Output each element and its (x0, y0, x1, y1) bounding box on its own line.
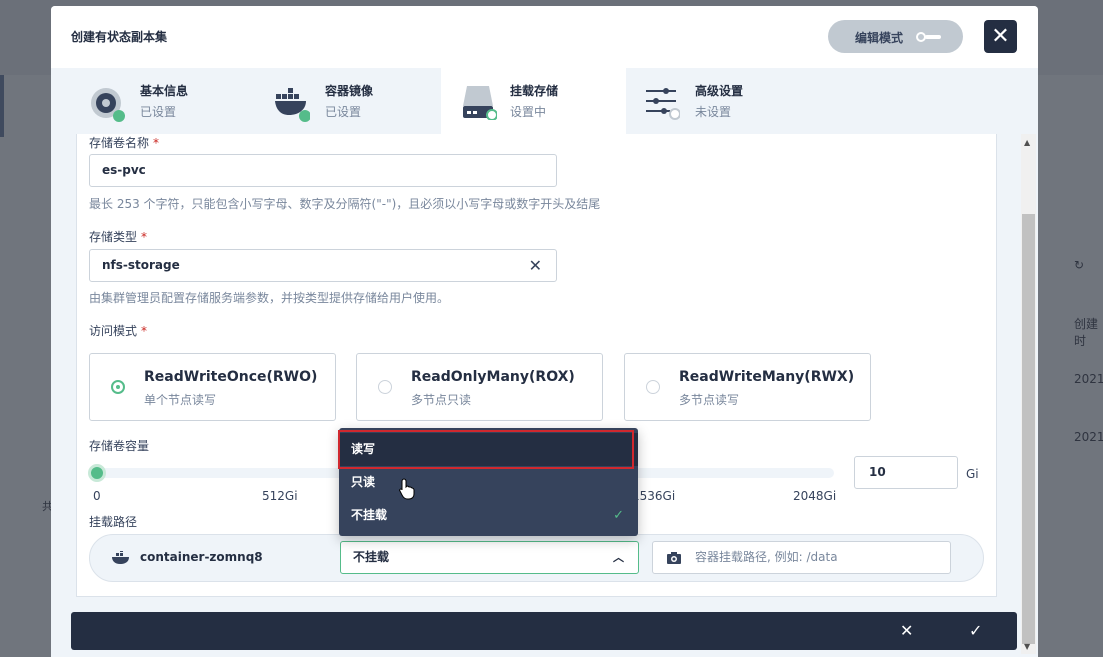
volume-name-hint: 最长 253 个字符，只能包含小写字母、数字及分隔符("-")，且必须以小写字母… (89, 197, 601, 211)
volume-name-input[interactable]: es-pvc (89, 154, 557, 187)
capacity-label: 存储卷容量 (89, 439, 150, 453)
check-icon: ✓ (613, 508, 624, 523)
drive-icon (463, 86, 497, 120)
radio-unselected[interactable] (646, 380, 660, 394)
tab-name: 高级设置 (695, 84, 744, 98)
scroll-down-icon[interactable]: ▼ (1024, 642, 1030, 651)
scroll-up-icon[interactable]: ▲ (1024, 138, 1030, 147)
storage-type-value: nfs-storage (102, 258, 180, 272)
access-mode-rwo[interactable]: ReadWriteOnce(RWO) 单个节点读写 (89, 353, 336, 421)
background-row-date: 2021 (1074, 372, 1103, 386)
tab-status: 未设置 (695, 105, 732, 119)
tab-name: 基本信息 (140, 84, 189, 98)
radio-selected[interactable] (111, 380, 125, 394)
background-row-date: 2021 (1074, 430, 1103, 444)
radio-unselected[interactable] (378, 380, 392, 394)
background-nav-bar (0, 75, 4, 137)
modal-footer: ✕ ✓ (71, 612, 1017, 650)
tab-status: 已设置 (140, 105, 177, 119)
slider-tick: 0 (93, 489, 101, 503)
tab-name: 挂载存储 (510, 84, 559, 98)
modal-title: 创建有状态副本集 (71, 30, 168, 44)
tab-advanced-settings[interactable]: 高级设置 未设置 (626, 68, 826, 134)
volume-name-label: 存储卷名称 * (89, 136, 160, 150)
docker-icon (112, 551, 129, 564)
create-statefulset-modal: 创建有状态副本集 编辑模式 ✕ 基本信息 已设置 容器镜像 已设置 挂载存储 设… (51, 6, 1038, 657)
storage-type-hint: 由集群管理员配置存储服务端参数，并按类型提供存储给用户使用。 (89, 291, 450, 305)
sliders-icon (646, 88, 680, 120)
vertical-scrollbar[interactable]: ▲ ▼ (1021, 134, 1036, 654)
mount-path-label: 挂载路径 (89, 515, 138, 529)
disc-icon (91, 88, 125, 122)
toggle-switch-icon (916, 32, 942, 42)
tab-container-image[interactable]: 容器镜像 已设置 (256, 68, 441, 134)
cancel-button[interactable]: ✕ (900, 621, 913, 640)
mount-mode-value: 不挂载 (353, 550, 390, 564)
capacity-input[interactable]: 10 (854, 456, 958, 489)
capacity-slider-handle[interactable] (88, 464, 106, 482)
access-mode-label: 访问模式 * (89, 324, 148, 338)
tab-status: 已设置 (325, 105, 362, 119)
step-tabs: 基本信息 已设置 容器镜像 已设置 挂载存储 设置中 高级设置 未设置 (51, 68, 1038, 134)
refresh-icon: ↻ (1074, 258, 1085, 272)
access-mode-name: ReadWriteOnce(RWO) (144, 369, 318, 385)
access-mode-desc: 多节点只读 (411, 393, 472, 407)
mount-path-input[interactable]: 容器挂载路径, 例如: /data (652, 541, 951, 574)
background-column-header: 创建时 (1074, 317, 1099, 348)
close-modal-button[interactable]: ✕ (984, 20, 1017, 53)
dropdown-option-read-only[interactable]: 只读 (339, 466, 638, 499)
container-mount-row: container-zomnq8 不挂载 ︿ 容器挂载路径, 例如: /data (89, 534, 984, 582)
hand-cursor-icon (399, 478, 415, 500)
tab-basic-info[interactable]: 基本信息 已设置 (51, 68, 256, 134)
tab-status: 设置中 (510, 105, 547, 119)
access-mode-rwx[interactable]: ReadWriteMany(RWX) 多节点读写 (624, 353, 871, 421)
tab-name: 容器镜像 (325, 84, 374, 98)
access-mode-desc: 多节点读写 (679, 393, 740, 407)
storage-type-label: 存储类型 * (89, 230, 148, 244)
container-name: container-zomnq8 (140, 550, 263, 564)
capacity-unit: Gi (966, 467, 979, 481)
camera-icon (667, 552, 681, 564)
access-mode-name: ReadWriteMany(RWX) (679, 369, 855, 385)
slider-tick: 512Gi (262, 489, 298, 503)
highlight-annotation (338, 430, 634, 469)
slider-tick: 2048Gi (793, 489, 837, 503)
access-mode-desc: 单个节点读写 (144, 393, 217, 407)
storage-type-select[interactable]: nfs-storage ✕ (89, 249, 557, 282)
scroll-thumb[interactable] (1022, 214, 1035, 644)
mount-mode-select[interactable]: 不挂载 ︿ (340, 541, 639, 574)
clear-icon[interactable]: ✕ (529, 250, 542, 281)
tab-mount-storage[interactable]: 挂载存储 设置中 (441, 68, 626, 134)
access-mode-name: ReadOnlyMany(ROX) (411, 369, 575, 385)
confirm-button[interactable]: ✓ (969, 621, 982, 640)
slider-tick: 1536Gi (632, 489, 676, 503)
option-label: 不挂载 (351, 508, 388, 522)
modal-header: 创建有状态副本集 编辑模式 ✕ (51, 6, 1038, 68)
edit-mode-label: 编辑模式 (855, 31, 904, 45)
access-mode-rox[interactable]: ReadOnlyMany(ROX) 多节点只读 (356, 353, 603, 421)
edit-mode-toggle[interactable]: 编辑模式 (828, 20, 963, 53)
chevron-up-icon: ︿ (613, 551, 624, 564)
docker-icon (275, 88, 310, 122)
dropdown-option-not-mounted[interactable]: 不挂载 ✓ (339, 499, 638, 532)
